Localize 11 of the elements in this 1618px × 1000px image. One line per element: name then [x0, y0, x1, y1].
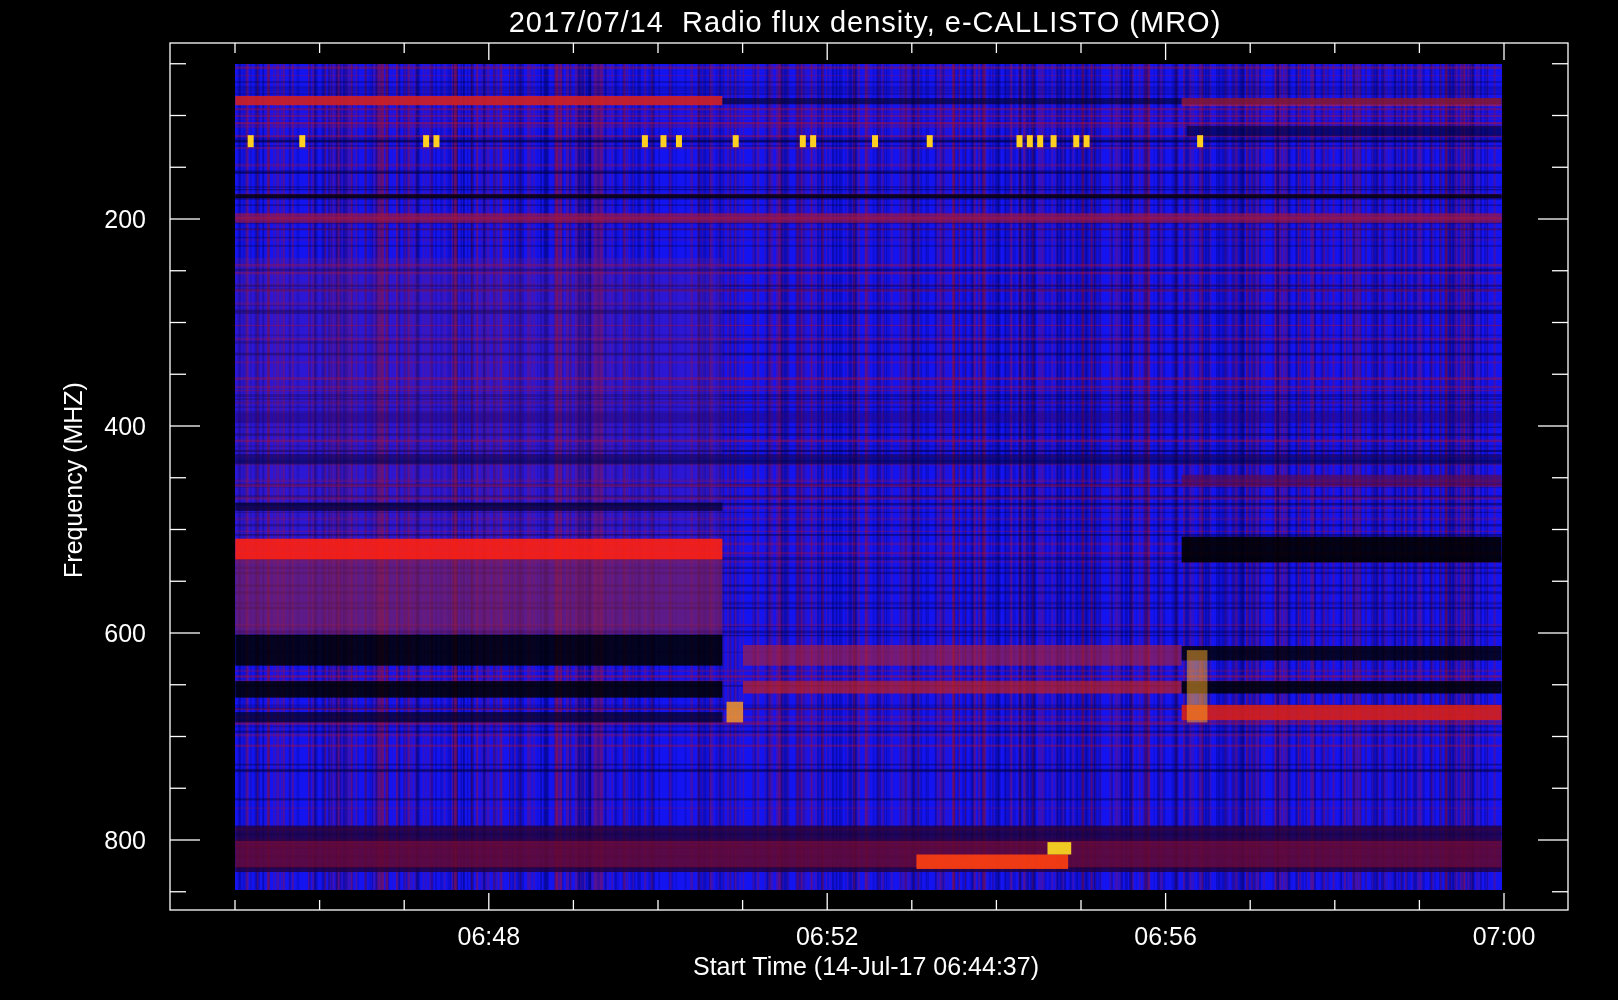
x-tick-label: 07:00 — [1472, 922, 1536, 950]
x-tick-label: 06:48 — [457, 922, 521, 950]
x-tick-label: 06:56 — [1134, 922, 1197, 950]
y-tick-label: 600 — [104, 619, 146, 647]
plot-title: 2017/07/14 Radio flux density, e-CALLISTO (MRO) — [508, 6, 1222, 38]
y-axis-label: Frequency (MHZ) — [59, 382, 87, 578]
y-tick-label: 800 — [104, 826, 146, 854]
y-tick-label: 400 — [104, 412, 146, 440]
x-axis-label: Start Time (14-Jul-17 06:44:37) — [693, 952, 1039, 980]
x-tick-label: 06:52 — [795, 922, 859, 950]
y-tick-label: 200 — [104, 205, 146, 233]
